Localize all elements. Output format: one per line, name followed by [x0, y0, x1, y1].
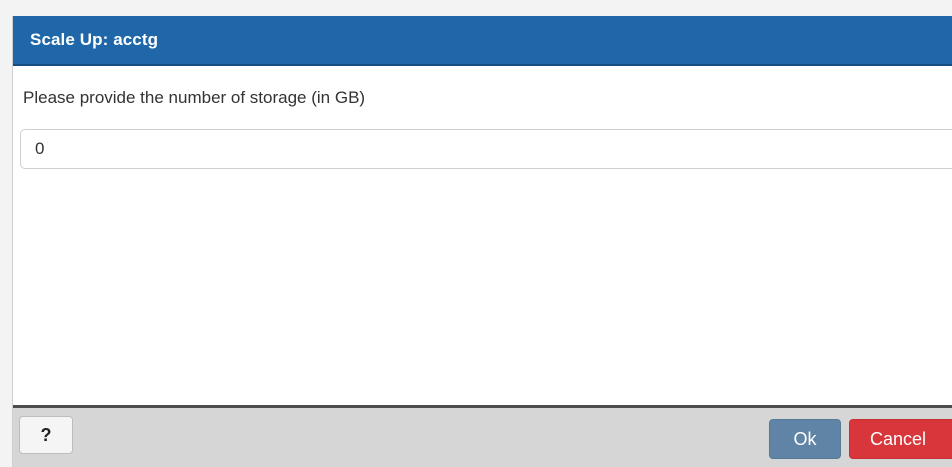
dialog-footer: ? Ok Cancel: [13, 405, 952, 467]
storage-input[interactable]: [20, 129, 952, 169]
dialog-title-bar: Scale Up: acctg: [13, 16, 952, 66]
dialog-title: Scale Up: acctg: [30, 30, 159, 49]
help-button[interactable]: ?: [19, 416, 73, 454]
background-strip: [0, 0, 952, 16]
storage-prompt-label: Please provide the number of storage (in…: [23, 88, 366, 107]
scale-up-dialog: Scale Up: acctg Please provide the numbe…: [12, 16, 952, 467]
screen: Scale Up: acctg Please provide the numbe…: [0, 0, 952, 467]
ok-button[interactable]: Ok: [769, 419, 841, 459]
background-strip-left: [0, 0, 12, 467]
cancel-button[interactable]: Cancel: [849, 419, 952, 459]
